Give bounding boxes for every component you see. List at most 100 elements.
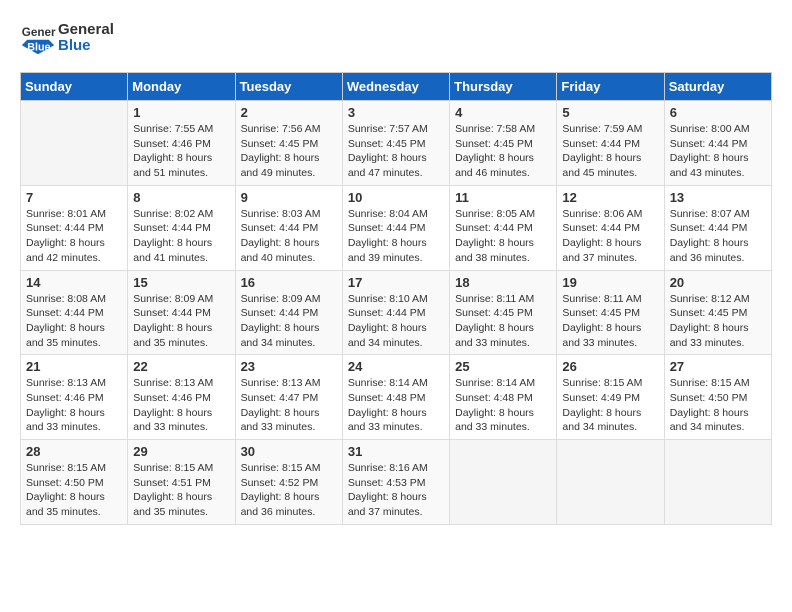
day-number: 2 xyxy=(241,105,337,120)
calendar-cell: 23 Sunrise: 8:13 AMSunset: 4:47 PMDayligh… xyxy=(235,355,342,440)
logo-blue-text: Blue xyxy=(58,38,114,55)
day-number: 31 xyxy=(348,444,444,459)
calendar-cell xyxy=(664,440,771,525)
day-detail: Sunrise: 8:15 AMSunset: 4:51 PMDaylight:… xyxy=(133,461,229,520)
day-detail: Sunrise: 8:10 AMSunset: 4:44 PMDaylight:… xyxy=(348,292,444,351)
col-friday: Friday xyxy=(557,73,664,101)
calendar-table: Sunday Monday Tuesday Wednesday Thursday… xyxy=(20,72,772,525)
day-number: 9 xyxy=(241,190,337,205)
day-detail: Sunrise: 8:05 AMSunset: 4:44 PMDaylight:… xyxy=(455,207,551,266)
day-number: 24 xyxy=(348,359,444,374)
calendar-cell: 10 Sunrise: 8:04 AMSunset: 4:44 PMDayligh… xyxy=(342,185,449,270)
day-number: 15 xyxy=(133,275,229,290)
calendar-cell: 4 Sunrise: 7:58 AMSunset: 4:45 PMDaylight… xyxy=(450,101,557,186)
day-detail: Sunrise: 8:00 AMSunset: 4:44 PMDaylight:… xyxy=(670,122,766,181)
day-number: 27 xyxy=(670,359,766,374)
day-detail: Sunrise: 8:13 AMSunset: 4:47 PMDaylight:… xyxy=(241,376,337,435)
calendar-week-row: 1Sunrise: 7:55 AMSunset: 4:46 PMDaylight… xyxy=(21,101,772,186)
calendar-week-row: 14 Sunrise: 8:08 AMSunset: 4:44 PMDayligh… xyxy=(21,270,772,355)
calendar-cell: 2 Sunrise: 7:56 AMSunset: 4:45 PMDaylight… xyxy=(235,101,342,186)
calendar-cell: 18Sunrise: 8:11 AMSunset: 4:45 PMDayligh… xyxy=(450,270,557,355)
calendar-cell: 29Sunrise: 8:15 AMSunset: 4:51 PMDayligh… xyxy=(128,440,235,525)
day-detail: Sunrise: 8:03 AMSunset: 4:44 PMDaylight:… xyxy=(241,207,337,266)
calendar-header-row: Sunday Monday Tuesday Wednesday Thursday… xyxy=(21,73,772,101)
calendar-cell: 1Sunrise: 7:55 AMSunset: 4:46 PMDaylight… xyxy=(128,101,235,186)
col-saturday: Saturday xyxy=(664,73,771,101)
day-number: 19 xyxy=(562,275,658,290)
day-number: 11 xyxy=(455,190,551,205)
day-detail: Sunrise: 7:57 AMSunset: 4:45 PMDaylight:… xyxy=(348,122,444,181)
logo-icon: General Blue xyxy=(20,20,56,56)
day-number: 3 xyxy=(348,105,444,120)
day-detail: Sunrise: 8:09 AMSunset: 4:44 PMDaylight:… xyxy=(133,292,229,351)
day-number: 7 xyxy=(26,190,122,205)
col-thursday: Thursday xyxy=(450,73,557,101)
day-number: 26 xyxy=(562,359,658,374)
day-detail: Sunrise: 8:15 AMSunset: 4:52 PMDaylight:… xyxy=(241,461,337,520)
calendar-cell: 30 Sunrise: 8:15 AMSunset: 4:52 PMDayligh… xyxy=(235,440,342,525)
day-detail: Sunrise: 8:13 AMSunset: 4:46 PMDaylight:… xyxy=(26,376,122,435)
day-detail: Sunrise: 7:59 AMSunset: 4:44 PMDaylight:… xyxy=(562,122,658,181)
day-number: 23 xyxy=(241,359,337,374)
day-number: 12 xyxy=(562,190,658,205)
day-detail: Sunrise: 8:14 AMSunset: 4:48 PMDaylight:… xyxy=(455,376,551,435)
day-detail: Sunrise: 8:01 AMSunset: 4:44 PMDaylight:… xyxy=(26,207,122,266)
day-detail: Sunrise: 8:07 AMSunset: 4:44 PMDaylight:… xyxy=(670,207,766,266)
calendar-cell: 17 Sunrise: 8:10 AMSunset: 4:44 PMDayligh… xyxy=(342,270,449,355)
calendar-cell: 8 Sunrise: 8:02 AMSunset: 4:44 PMDaylight… xyxy=(128,185,235,270)
calendar-cell: 11 Sunrise: 8:05 AMSunset: 4:44 PMDayligh… xyxy=(450,185,557,270)
calendar-cell: 15 Sunrise: 8:09 AMSunset: 4:44 PMDayligh… xyxy=(128,270,235,355)
day-number: 30 xyxy=(241,444,337,459)
svg-text:General: General xyxy=(22,26,56,39)
calendar-week-row: 21Sunrise: 8:13 AMSunset: 4:46 PMDayligh… xyxy=(21,355,772,440)
col-tuesday: Tuesday xyxy=(235,73,342,101)
day-detail: Sunrise: 8:14 AMSunset: 4:48 PMDaylight:… xyxy=(348,376,444,435)
day-detail: Sunrise: 8:04 AMSunset: 4:44 PMDaylight:… xyxy=(348,207,444,266)
calendar-cell: 12 Sunrise: 8:06 AMSunset: 4:44 PMDayligh… xyxy=(557,185,664,270)
day-detail: Sunrise: 8:09 AMSunset: 4:44 PMDaylight:… xyxy=(241,292,337,351)
day-number: 16 xyxy=(241,275,337,290)
calendar-cell: 31 Sunrise: 8:16 AMSunset: 4:53 PMDayligh… xyxy=(342,440,449,525)
calendar-cell: 22Sunrise: 8:13 AMSunset: 4:46 PMDayligh… xyxy=(128,355,235,440)
day-number: 10 xyxy=(348,190,444,205)
day-detail: Sunrise: 7:58 AMSunset: 4:45 PMDaylight:… xyxy=(455,122,551,181)
day-detail: Sunrise: 7:56 AMSunset: 4:45 PMDaylight:… xyxy=(241,122,337,181)
logo-general-text: General xyxy=(58,22,114,39)
calendar-cell: 7 Sunrise: 8:01 AMSunset: 4:44 PMDaylight… xyxy=(21,185,128,270)
calendar-week-row: 28Sunrise: 8:15 AMSunset: 4:50 PMDayligh… xyxy=(21,440,772,525)
calendar-cell: 9 Sunrise: 8:03 AMSunset: 4:44 PMDaylight… xyxy=(235,185,342,270)
calendar-cell: 21Sunrise: 8:13 AMSunset: 4:46 PMDayligh… xyxy=(21,355,128,440)
day-number: 13 xyxy=(670,190,766,205)
calendar-cell: 13 Sunrise: 8:07 AMSunset: 4:44 PMDayligh… xyxy=(664,185,771,270)
calendar-cell xyxy=(21,101,128,186)
day-detail: Sunrise: 8:12 AMSunset: 4:45 PMDaylight:… xyxy=(670,292,766,351)
day-number: 18 xyxy=(455,275,551,290)
day-detail: Sunrise: 8:15 AMSunset: 4:49 PMDaylight:… xyxy=(562,376,658,435)
day-number: 14 xyxy=(26,275,122,290)
day-number: 6 xyxy=(670,105,766,120)
day-detail: Sunrise: 8:02 AMSunset: 4:44 PMDaylight:… xyxy=(133,207,229,266)
calendar-cell xyxy=(450,440,557,525)
calendar-week-row: 7 Sunrise: 8:01 AMSunset: 4:44 PMDaylight… xyxy=(21,185,772,270)
day-detail: Sunrise: 8:06 AMSunset: 4:44 PMDaylight:… xyxy=(562,207,658,266)
calendar-cell: 19 Sunrise: 8:11 AMSunset: 4:45 PMDayligh… xyxy=(557,270,664,355)
calendar-cell: 28Sunrise: 8:15 AMSunset: 4:50 PMDayligh… xyxy=(21,440,128,525)
calendar-cell xyxy=(557,440,664,525)
day-detail: Sunrise: 8:08 AMSunset: 4:44 PMDaylight:… xyxy=(26,292,122,351)
day-detail: Sunrise: 8:13 AMSunset: 4:46 PMDaylight:… xyxy=(133,376,229,435)
col-wednesday: Wednesday xyxy=(342,73,449,101)
day-detail: Sunrise: 8:15 AMSunset: 4:50 PMDaylight:… xyxy=(670,376,766,435)
day-number: 28 xyxy=(26,444,122,459)
day-detail: Sunrise: 8:16 AMSunset: 4:53 PMDaylight:… xyxy=(348,461,444,520)
calendar-cell: 26 Sunrise: 8:15 AMSunset: 4:49 PMDayligh… xyxy=(557,355,664,440)
day-number: 17 xyxy=(348,275,444,290)
day-number: 8 xyxy=(133,190,229,205)
calendar-cell: 3 Sunrise: 7:57 AMSunset: 4:45 PMDaylight… xyxy=(342,101,449,186)
calendar-cell: 25 Sunrise: 8:14 AMSunset: 4:48 PMDayligh… xyxy=(450,355,557,440)
calendar-cell: 16 Sunrise: 8:09 AMSunset: 4:44 PMDayligh… xyxy=(235,270,342,355)
day-number: 25 xyxy=(455,359,551,374)
day-number: 4 xyxy=(455,105,551,120)
calendar-cell: 24 Sunrise: 8:14 AMSunset: 4:48 PMDayligh… xyxy=(342,355,449,440)
svg-text:Blue: Blue xyxy=(27,42,50,54)
day-detail: Sunrise: 8:11 AMSunset: 4:45 PMDaylight:… xyxy=(562,292,658,351)
